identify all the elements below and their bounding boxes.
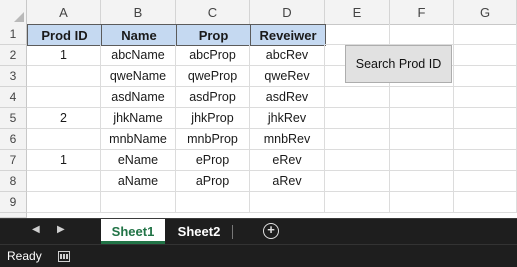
empty-cell[interactable]: [27, 192, 101, 213]
cell-c2[interactable]: abcProp: [176, 45, 250, 66]
cell-d7[interactable]: eRev: [250, 150, 325, 171]
cell-a3[interactable]: [27, 66, 101, 87]
cell-b2[interactable]: abcName: [101, 45, 176, 66]
empty-cell[interactable]: [390, 129, 454, 150]
column-header-g[interactable]: G: [454, 0, 517, 24]
row-header-6[interactable]: 6: [0, 129, 27, 150]
empty-cell[interactable]: [325, 192, 390, 213]
column-header-c[interactable]: C: [176, 0, 250, 24]
empty-cell[interactable]: [325, 129, 390, 150]
empty-cell[interactable]: [454, 24, 517, 45]
empty-cell[interactable]: [390, 150, 454, 171]
row-header-5[interactable]: 5: [0, 108, 27, 129]
empty-cell[interactable]: [390, 24, 454, 45]
cell-b5[interactable]: jhkName: [101, 108, 176, 129]
empty-cell[interactable]: [176, 192, 250, 213]
column-header-a[interactable]: A: [27, 0, 101, 24]
cell-c3[interactable]: qweProp: [176, 66, 250, 87]
empty-cell[interactable]: [325, 87, 390, 108]
empty-cell[interactable]: [454, 66, 517, 87]
empty-cell[interactable]: [454, 45, 517, 66]
cell-d4[interactable]: asdRev: [250, 87, 325, 108]
empty-cell[interactable]: [454, 87, 517, 108]
empty-cell[interactable]: [390, 87, 454, 108]
cell-a5[interactable]: 2: [27, 108, 101, 129]
cell-b4[interactable]: asdName: [101, 87, 176, 108]
cell-c6[interactable]: mnbProp: [176, 129, 250, 150]
row-header-8[interactable]: 8: [0, 171, 27, 192]
cell-a2[interactable]: 1: [27, 45, 101, 66]
empty-cell[interactable]: [454, 129, 517, 150]
column-header-row: A B C D E F G: [0, 0, 517, 25]
cell-c7[interactable]: eProp: [176, 150, 250, 171]
cell-d8[interactable]: aRev: [250, 171, 325, 192]
cell-a6[interactable]: [27, 129, 101, 150]
column-header-f[interactable]: F: [390, 0, 454, 24]
select-all-corner[interactable]: [0, 0, 27, 24]
search-prod-id-button[interactable]: Search Prod ID: [345, 45, 452, 83]
empty-cell[interactable]: [325, 150, 390, 171]
tab-sheet2[interactable]: Sheet2: [169, 219, 229, 244]
previous-sheet-icon[interactable]: ◀: [32, 224, 40, 235]
row-header-9[interactable]: 9: [0, 192, 27, 213]
column-header-d[interactable]: D: [250, 0, 325, 24]
empty-cell[interactable]: [325, 108, 390, 129]
cell-b6[interactable]: mnbName: [101, 129, 176, 150]
cell-b1[interactable]: Name: [101, 24, 177, 46]
empty-cell[interactable]: [390, 108, 454, 129]
cell-a1[interactable]: Prod ID: [27, 24, 102, 46]
cell-b7[interactable]: eName: [101, 150, 176, 171]
empty-cell[interactable]: [454, 171, 517, 192]
empty-cell[interactable]: [325, 171, 390, 192]
column-header-b[interactable]: B: [101, 0, 176, 24]
cell-d1[interactable]: Reveiwer: [250, 24, 326, 46]
tab-sheet1[interactable]: Sheet1: [101, 219, 165, 244]
cell-d6[interactable]: mnbRev: [250, 129, 325, 150]
cell-b8[interactable]: aName: [101, 171, 176, 192]
cell-d3[interactable]: qweRev: [250, 66, 325, 87]
column-header-e[interactable]: E: [325, 0, 390, 24]
empty-cell[interactable]: [101, 192, 176, 213]
cell-d2[interactable]: abcRev: [250, 45, 325, 66]
accessibility-icon[interactable]: [58, 251, 70, 262]
row-header-3[interactable]: 3: [0, 66, 27, 87]
cell-c4[interactable]: asdProp: [176, 87, 250, 108]
empty-cell[interactable]: [454, 150, 517, 171]
row-header-7[interactable]: 7: [0, 150, 27, 171]
next-sheet-icon[interactable]: ▶: [57, 224, 65, 235]
row-header-4[interactable]: 4: [0, 87, 27, 108]
cell-c1[interactable]: Prop: [176, 24, 251, 46]
cell-a8[interactable]: [27, 171, 101, 192]
tab-divider: [232, 225, 233, 239]
empty-cell[interactable]: [250, 192, 325, 213]
cell-b3[interactable]: qweName: [101, 66, 176, 87]
empty-cell[interactable]: [454, 108, 517, 129]
status-text: Ready: [7, 249, 42, 263]
row-header-2[interactable]: 2: [0, 45, 27, 66]
status-bar: Ready: [0, 244, 517, 267]
spreadsheet-grid[interactable]: A B C D E F G 1 2 3 4 5 6 7 8 9 Prod ID …: [0, 0, 517, 218]
cell-c8[interactable]: aProp: [176, 171, 250, 192]
empty-cell[interactable]: [325, 24, 390, 45]
row-header-1[interactable]: 1: [0, 24, 27, 45]
cell-a7[interactable]: 1: [27, 150, 101, 171]
add-sheet-button[interactable]: +: [263, 223, 279, 239]
cell-a4[interactable]: [27, 87, 101, 108]
empty-cell[interactable]: [390, 171, 454, 192]
cell-c5[interactable]: jhkProp: [176, 108, 250, 129]
empty-cell[interactable]: [454, 192, 517, 213]
cell-d5[interactable]: jhkRev: [250, 108, 325, 129]
empty-cell[interactable]: [390, 192, 454, 213]
sheet-tab-bar: ◀ ▶ Sheet1 Sheet2 +: [0, 218, 517, 244]
